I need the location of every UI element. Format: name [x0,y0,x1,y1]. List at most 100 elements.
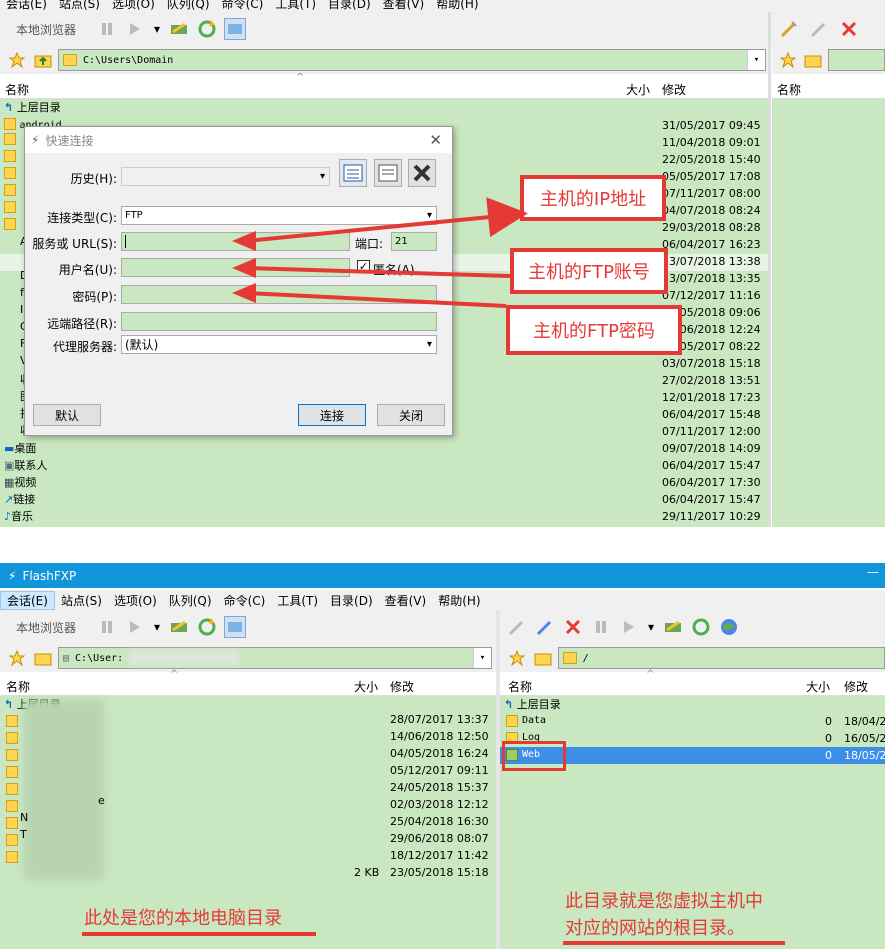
menu-help[interactable]: 帮助(H) [430,0,484,12]
connect-button[interactable]: 连接 [298,404,366,426]
server-input[interactable] [121,232,350,251]
password-input[interactable] [121,285,437,304]
parent-folder-icon[interactable] [532,647,554,669]
menu-sites[interactable]: 站点(S) [55,592,108,609]
star-icon[interactable] [6,49,28,71]
menu-tools[interactable]: 工具(T) [271,592,324,609]
port-input[interactable]: 21 [391,232,437,251]
close-button[interactable]: 关闭 [377,404,445,426]
col-name[interactable]: 名称 [5,81,29,98]
connect-icon[interactable] [168,616,190,638]
remote-path-input[interactable] [121,312,437,331]
connect-plug-icon[interactable] [534,616,556,638]
menu-commands[interactable]: 命令(C) [216,0,270,12]
star-icon[interactable] [506,647,528,669]
minimize-icon[interactable]: — [867,565,879,579]
col-modified[interactable]: 修改 [844,678,868,695]
star-icon[interactable] [6,647,28,669]
connection-type-select[interactable]: FTP ▾ [121,206,437,225]
menu-session[interactable]: 会话(E) [0,590,55,610]
local-path-text: C:\Users\Domain [83,54,174,66]
menu-directory[interactable]: 目录(D) [322,0,377,12]
transfer-icon[interactable] [224,18,247,40]
parent-dir-row[interactable]: ↰ 上层目录 [504,696,561,713]
chevron-down-icon[interactable]: ▾ [152,616,162,638]
local-path-input[interactable]: ▤ C:\User: ▾ [58,647,492,669]
disconnect-plug-icon[interactable] [506,616,528,638]
disconnect-plug-icon[interactable] [808,18,830,40]
transfer-icon[interactable] [224,616,247,638]
local-browser-label[interactable]: 本地浏览器 [16,21,76,38]
remote-path-label: 远端路径(R): [47,317,117,331]
col-modified[interactable]: 修改 [662,81,686,98]
file-date: 14/06/2018 12:50 [390,730,489,743]
close-icon[interactable] [562,616,584,638]
history-select[interactable]: ▾ [121,167,330,186]
list-item[interactable]: ♪音乐 [4,508,33,525]
local-path-input[interactable]: C:\Users\Domain ▾ [58,49,766,71]
connect-icon[interactable] [662,616,684,638]
menu-options[interactable]: 选项(O) [106,0,161,12]
globe-icon[interactable] [718,616,740,638]
pause-icon[interactable] [96,616,118,638]
menu-directory[interactable]: 目录(D) [324,592,379,609]
refresh-icon[interactable] [690,616,712,638]
col-name[interactable]: 名称 [777,81,801,98]
file-date: 12/01/2018 17:23 [662,391,761,404]
chevron-down-icon[interactable]: ▾ [646,616,656,638]
refresh-icon[interactable] [196,18,218,40]
star-icon[interactable] [778,49,799,71]
list-item[interactable]: ▦视频 [4,474,36,491]
connect-icon[interactable] [168,18,190,40]
list-item[interactable]: ▣联系人 [4,457,47,474]
parent-folder-icon[interactable] [803,49,824,71]
play-icon[interactable] [124,18,146,40]
pause-icon[interactable] [96,18,118,40]
username-input[interactable] [121,258,350,277]
col-size[interactable]: 大小 [806,678,830,695]
history-edit-button[interactable] [374,159,402,187]
menu-tools[interactable]: 工具(T) [269,0,322,12]
menu-options[interactable]: 选项(O) [108,592,163,609]
menu-sites[interactable]: 站点(S) [53,0,106,12]
local-browser-label[interactable]: 本地浏览器 [16,619,76,636]
menu-queue[interactable]: 队列(Q) [161,0,216,12]
default-button[interactable]: 默认 [33,404,101,426]
col-size[interactable]: 大小 [354,678,378,695]
menu-view[interactable]: 查看(V) [379,592,433,609]
play-icon[interactable] [124,616,146,638]
chevron-down-icon[interactable]: ▾ [747,50,765,70]
menu-help[interactable]: 帮助(H) [432,592,486,609]
parent-folder-icon[interactable] [32,49,54,71]
remote-path-input[interactable] [827,49,885,71]
col-name[interactable]: 名称 [6,678,30,695]
close-icon[interactable]: ✕ [429,131,442,149]
file-date: 16/05/2 [844,732,885,745]
chevron-down-icon[interactable]: ▾ [473,648,491,668]
list-item[interactable]: ▬桌面 [4,440,36,457]
menu-queue[interactable]: 队列(Q) [163,592,218,609]
top-pane-divider[interactable] [768,12,771,527]
history-delete-button[interactable] [408,159,436,187]
list-item[interactable]: ↗链接 [4,491,35,508]
proxy-select[interactable]: (默认) ▾ [121,335,437,354]
col-name[interactable]: 名称 [508,678,532,695]
col-size[interactable]: 大小 [626,81,650,98]
menu-session[interactable]: 会话(E) [0,0,53,12]
refresh-icon[interactable] [196,616,218,638]
remote-path-input[interactable]: / [557,647,885,669]
top-remote-file-list[interactable] [772,99,885,527]
local-path-text: C:\User: [75,652,124,664]
menu-commands[interactable]: 命令(C) [218,592,272,609]
connect-plug-icon[interactable] [778,18,800,40]
chevron-down-icon[interactable]: ▾ [152,18,162,40]
list-item[interactable]: Data 0 18/04/2 [500,713,885,730]
menu-view[interactable]: 查看(V) [377,0,431,12]
parent-folder-icon[interactable] [32,647,54,669]
pause-icon[interactable] [590,616,612,638]
close-icon[interactable] [838,18,860,40]
col-modified[interactable]: 修改 [390,678,414,695]
anonymous-checkbox[interactable]: ✓ [357,260,370,273]
play-icon[interactable] [618,616,640,638]
history-list-button[interactable] [339,159,367,187]
